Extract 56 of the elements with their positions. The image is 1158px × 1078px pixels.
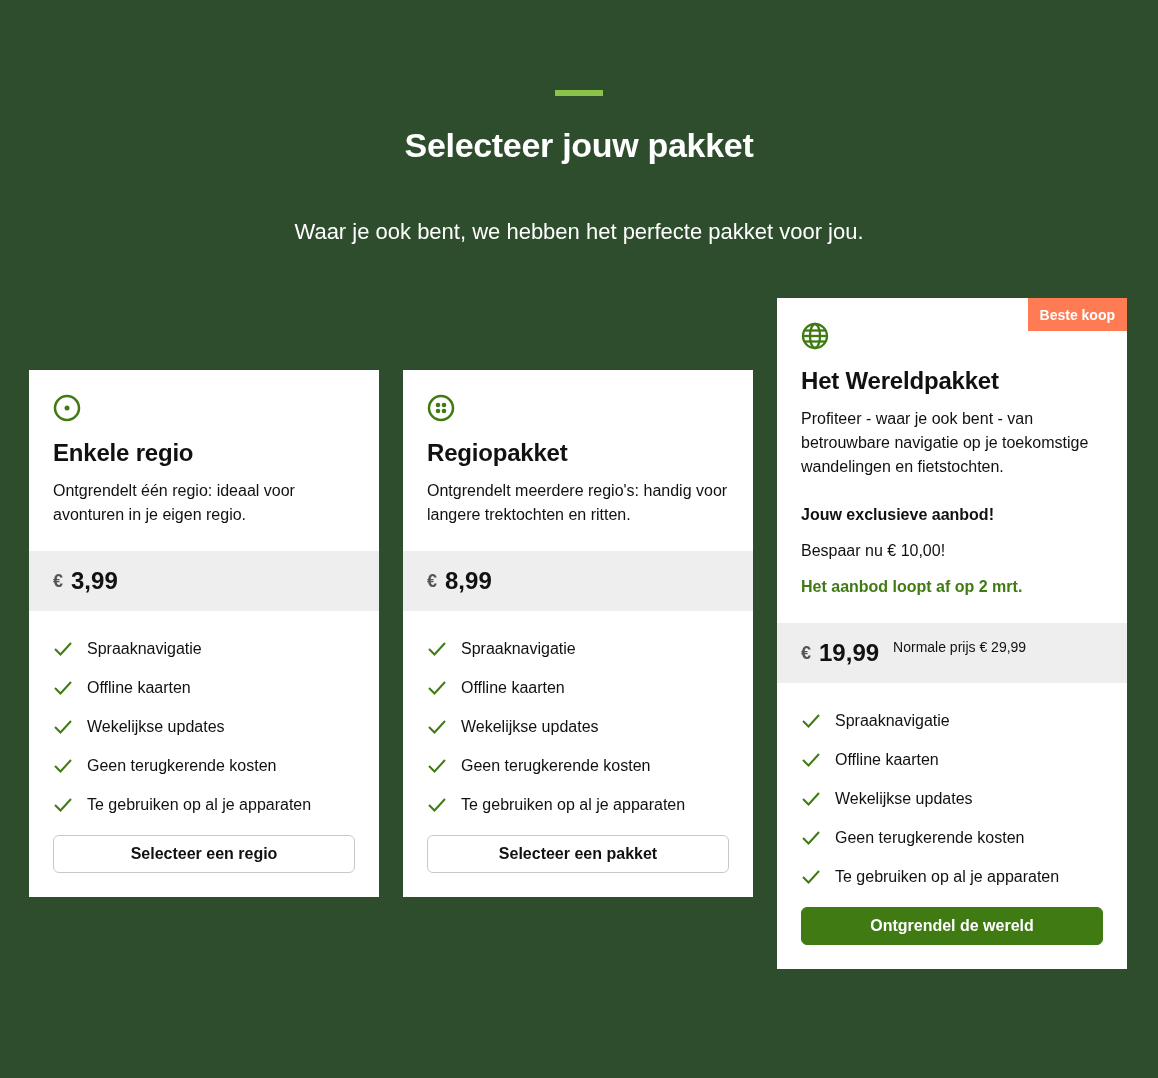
currency-symbol: €	[801, 642, 811, 664]
check-icon	[801, 752, 821, 768]
feature-text: Spraaknavigatie	[461, 640, 576, 658]
price: 19,99	[819, 639, 880, 667]
plan-title: Enkele regio	[53, 438, 195, 468]
check-icon	[801, 869, 821, 885]
plan-description: Profiteer - waar je ook bent - van betrouwbare navigatie op je toekomstige wandelingen en fietstochten.	[801, 409, 1090, 477]
unlock-button[interactable]: Ontgrendel de wereld	[801, 907, 1103, 945]
check-icon	[53, 680, 73, 696]
currency-symbol: €	[427, 570, 437, 592]
offer-heading: Jouw exclusieve aanbod!	[801, 505, 995, 525]
feature-text: Geen terugkerende kosten	[461, 757, 651, 775]
feature-text: Offline kaarten	[87, 679, 191, 697]
target-icon	[53, 394, 81, 422]
dots-circle-icon	[427, 394, 455, 422]
select-button[interactable]: Selecteer een pakket	[427, 835, 729, 873]
feature-text: Offline kaarten	[461, 679, 565, 697]
check-icon	[801, 713, 821, 729]
feature-text: Wekelijkse updates	[461, 718, 599, 736]
feature-text: Wekelijkse updates	[835, 790, 973, 808]
plan-description: Ontgrendelt meerdere regio's: handig voor langere trektochten en ritten.	[427, 481, 729, 525]
check-icon	[427, 797, 447, 813]
best-buy-badge: Beste koop	[1027, 298, 1127, 331]
feature-text: Geen terugkerende kosten	[87, 757, 277, 775]
feature-text: Te gebruiken op al je apparaten	[835, 868, 1060, 886]
select-button[interactable]: Selecteer een regio	[53, 835, 355, 873]
feature-text: Spraaknavigatie	[835, 712, 950, 730]
check-icon	[427, 758, 447, 774]
accent-bar	[555, 90, 603, 96]
check-icon	[801, 791, 821, 807]
page-subtitle: Waar je ook bent, we hebben het perfecte pakket voor jou.	[294, 218, 864, 246]
feature-text: Wekelijkse updates	[87, 718, 225, 736]
offer-deadline: Het aanbod loopt af op 2 mrt.	[801, 577, 1024, 597]
normal-price: Normale prijs € 29,99	[893, 639, 1027, 655]
feature-text: Te gebruiken op al je apparaten	[87, 796, 312, 814]
check-icon	[427, 641, 447, 657]
check-icon	[53, 641, 73, 657]
plan-description: Ontgrendelt één regio: ideaal voor avonturen in je eigen regio.	[53, 481, 296, 525]
price: 8,99	[445, 567, 492, 595]
page-title: Selecteer jouw pakket	[404, 125, 754, 165]
savings-text: Bespaar nu € 10,00!	[801, 541, 947, 561]
feature-text: Geen terugkerende kosten	[835, 829, 1025, 847]
feature-text: Spraaknavigatie	[87, 640, 202, 658]
check-icon	[801, 830, 821, 846]
check-icon	[53, 797, 73, 813]
plan-title: Het Wereldpakket	[801, 366, 1000, 396]
plan-title: Regiopakket	[427, 438, 569, 468]
globe-icon	[801, 322, 829, 350]
check-icon	[53, 758, 73, 774]
feature-text: Te gebruiken op al je apparaten	[461, 796, 686, 814]
currency-symbol: €	[53, 570, 63, 592]
check-icon	[53, 719, 73, 735]
check-icon	[427, 680, 447, 696]
price: 3,99	[71, 567, 118, 595]
check-icon	[427, 719, 447, 735]
feature-text: Offline kaarten	[835, 751, 939, 769]
